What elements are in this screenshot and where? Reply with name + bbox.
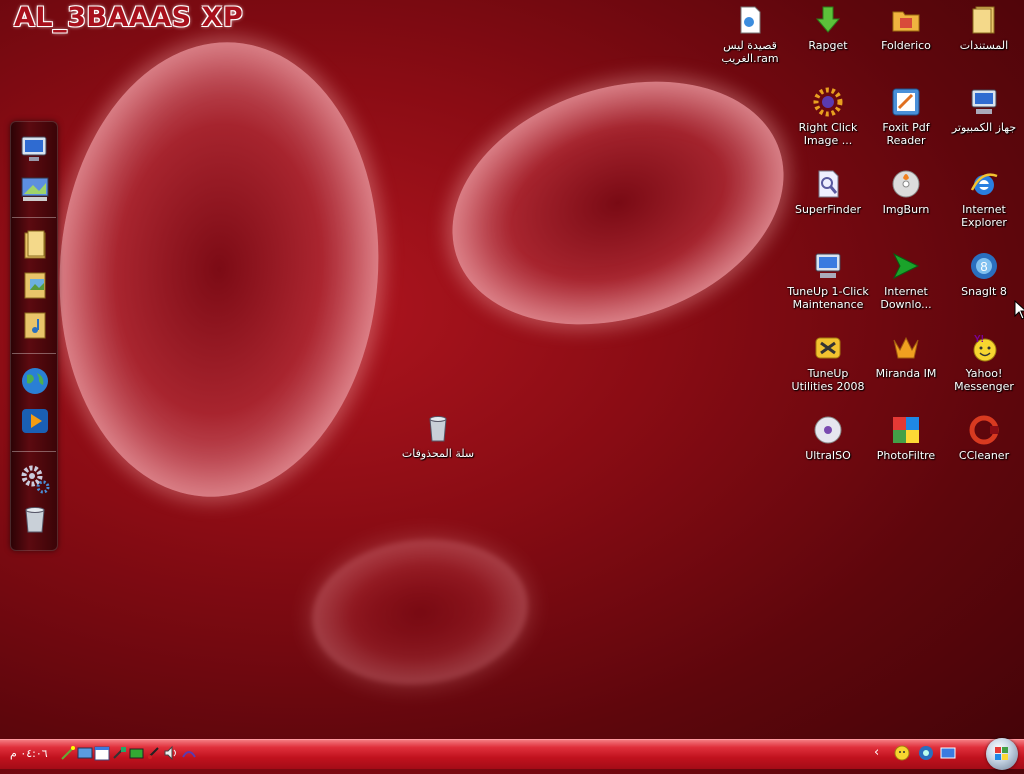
my-computer-icon[interactable] <box>19 133 51 165</box>
desktop-icon-right-click-image[interactable]: Right Click Image ... <box>787 86 869 147</box>
music-icon[interactable] <box>19 309 51 341</box>
desktop-icon-superfinder[interactable]: SuperFinder <box>787 168 869 216</box>
disc-burn-icon <box>892 170 920 198</box>
wallpaper-blood-cell <box>420 41 816 365</box>
wallpaper-blood-cell <box>44 31 394 508</box>
yahoo-smiley-icon[interactable] <box>894 745 910 761</box>
desktop-icon-ccleaner[interactable]: CCleaner <box>943 414 1024 462</box>
windows-logo-icon <box>995 747 1008 760</box>
download-arrow-icon <box>815 6 841 33</box>
desktop-icon-song-file[interactable]: قصيدة ليس الغريب.ram <box>709 4 791 65</box>
svg-text:Y!: Y! <box>974 334 984 345</box>
desktop-icon-tuneup-utilities[interactable]: TuneUp Utilities 2008 <box>787 332 869 393</box>
tray-expand-chevron[interactable]: ‹ <box>874 745 879 760</box>
folder-icon <box>892 11 920 32</box>
dock-separator <box>12 217 56 218</box>
wallpaper-title: AL_3BAAAS XP <box>14 2 244 33</box>
desktop-icon-snagit[interactable]: 8 SnagIt 8 <box>943 250 1024 298</box>
desktop-icon-my-computer[interactable]: جهاز الكمبيوتر <box>943 86 1024 134</box>
wallpaper-blood-cell <box>305 529 535 695</box>
desktop-icon-internet-explorer[interactable]: Internet Explorer <box>943 168 1024 229</box>
computer-maintenance-icon <box>815 253 841 278</box>
cd-icon <box>814 416 842 444</box>
satellite-icon[interactable] <box>112 745 128 761</box>
miranda-icon <box>893 336 919 359</box>
tools-icon <box>815 337 841 359</box>
desktop-icon-yahoo-messenger[interactable]: Y! Yahoo! Messenger <box>943 332 1024 393</box>
mouse-cursor-icon <box>1014 300 1024 320</box>
svg-text:8: 8 <box>980 259 987 274</box>
snagit-tray-icon[interactable] <box>918 745 934 761</box>
desktop-icon-folderico[interactable]: Folderico <box>865 4 947 52</box>
documents-icon[interactable] <box>19 229 51 261</box>
taskbar-clock[interactable]: ٠٤:٠٦ م <box>10 747 48 760</box>
recycle-bin-icon <box>429 416 447 442</box>
language-bar-icon[interactable] <box>181 745 197 761</box>
dock-separator <box>12 353 56 354</box>
desktop-icon-miranda[interactable]: Miranda IM <box>865 332 947 380</box>
battery-icon[interactable] <box>129 745 145 761</box>
desktop-icon-recycle-bin[interactable]: سلة المحذوفات <box>397 412 479 460</box>
network-icon[interactable] <box>77 745 93 761</box>
volume-icon[interactable] <box>163 745 179 761</box>
palette-icon <box>893 417 919 443</box>
document-icon <box>740 6 761 34</box>
settings-gears-icon[interactable] <box>19 463 51 495</box>
internet-globe-icon[interactable] <box>19 365 51 397</box>
download-manager-icon <box>892 252 920 280</box>
desktop-icon[interactable] <box>19 173 51 205</box>
calendar-icon[interactable] <box>94 745 110 761</box>
taskbar: ٠٤:٠٦ م ‹ <box>0 738 1024 770</box>
desktop-icon-photofiltre[interactable]: PhotoFiltre <box>865 414 947 462</box>
desktop-icon-my-documents[interactable]: المستندات <box>943 4 1024 52</box>
snagit-icon: 8 <box>971 253 997 279</box>
recycle-bin-icon[interactable] <box>19 503 51 535</box>
pictures-icon[interactable] <box>19 269 51 301</box>
dock-separator <box>12 451 56 452</box>
magic-wand-icon[interactable] <box>60 745 76 761</box>
desktop-icon-rapget[interactable]: Rapget <box>787 4 869 52</box>
show-desktop-icon[interactable] <box>940 745 956 761</box>
desktop-icon-tuneup-1click[interactable]: TuneUp 1-Click Maintenance <box>787 250 869 311</box>
side-dock <box>10 121 58 551</box>
desktop-icon-internet-download-manager[interactable]: Internet Downlo... <box>865 250 947 311</box>
yahoo-messenger-icon: Y! <box>973 334 997 362</box>
ccleaner-icon <box>969 415 999 445</box>
desktop-icon-imgburn[interactable]: ImgBurn <box>865 168 947 216</box>
pdf-reader-icon <box>892 88 920 116</box>
usb-icon[interactable] <box>146 745 162 761</box>
desktop-icon-foxit[interactable]: Foxit Pdf Reader <box>865 86 947 147</box>
internet-explorer-icon <box>970 173 998 195</box>
media-player-icon[interactable] <box>19 405 51 437</box>
magnifier-document-icon <box>818 170 839 198</box>
desktop-icon-ultraiso[interactable]: UltraISO <box>787 414 869 462</box>
my-documents-icon <box>972 6 995 34</box>
computer-icon <box>971 89 997 114</box>
sun-gear-icon <box>813 87 843 117</box>
start-button[interactable] <box>986 738 1018 770</box>
